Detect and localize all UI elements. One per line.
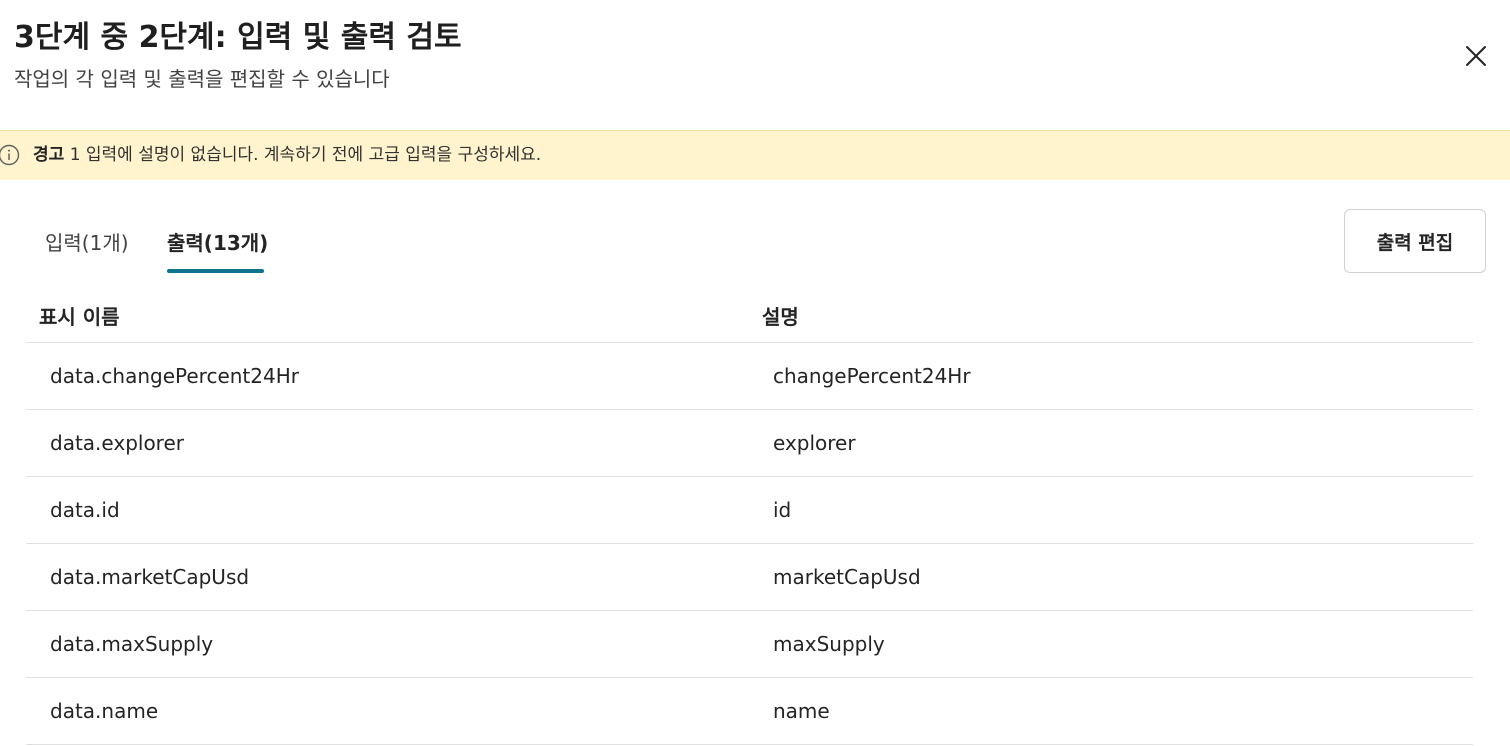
row-description: explorer — [773, 431, 856, 455]
row-display-name: data.marketCapUsd — [50, 565, 250, 589]
row-description: id — [773, 498, 792, 522]
warning-message: 1 입력에 설명이 없습니다. 계속하기 전에 고급 입력을 구성하세요. — [69, 145, 542, 165]
dialog-title: 3단계 중 2단계: 입력 및 출력 검토 — [14, 20, 462, 55]
dialog-subtitle: 작업의 각 입력 및 출력을 편집할 수 있습니다 — [14, 67, 390, 91]
row-description: marketCapUsd — [773, 565, 921, 589]
warning-banner: 경고 1 입력에 설명이 없습니다. 계속하기 전에 고급 입력을 구성하세요. — [0, 130, 1510, 180]
warning-label: 경고 — [33, 145, 65, 165]
row-display-name: data.changePercent24Hr — [50, 364, 299, 388]
row-display-name: data.maxSupply — [50, 632, 214, 656]
warning-text: 경고 1 입력에 설명이 없습니다. 계속하기 전에 고급 입력을 구성하세요. — [33, 143, 541, 167]
table-header: 표시 이름 설명 — [26, 292, 1473, 343]
row-display-name: data.id — [50, 498, 120, 522]
row-display-name: data.name — [50, 699, 159, 723]
column-header-description: 설명 — [762, 305, 799, 329]
info-icon — [0, 144, 20, 166]
table-row[interactable]: data.maxSupply maxSupply — [26, 611, 1473, 678]
table-row[interactable]: data.explorer explorer — [26, 410, 1473, 477]
selected-tab-indicator — [167, 269, 264, 273]
table-row[interactable]: data.changePercent24Hr changePercent24Hr — [26, 343, 1473, 410]
column-header-display-name: 표시 이름 — [39, 305, 120, 329]
table-row[interactable]: data.name name — [26, 678, 1473, 745]
row-display-name: data.explorer — [50, 431, 184, 455]
row-description: name — [773, 699, 830, 723]
table-row[interactable]: data.id id — [26, 477, 1473, 544]
close-icon — [1466, 46, 1486, 66]
edit-outputs-button[interactable]: 출력 편집 — [1344, 209, 1486, 273]
tab-inputs[interactable]: 입력(1개) — [45, 222, 129, 278]
close-button[interactable] — [1456, 36, 1496, 76]
row-description: changePercent24Hr — [773, 364, 971, 388]
table-row[interactable]: data.marketCapUsd marketCapUsd — [26, 544, 1473, 611]
review-inputs-outputs-dialog: 3단계 중 2단계: 입력 및 출력 검토 작업의 각 입력 및 출력을 편집할… — [0, 0, 1510, 746]
outputs-table: 표시 이름 설명 data.changePercent24Hr changePe… — [26, 292, 1473, 745]
row-description: maxSupply — [773, 632, 885, 656]
